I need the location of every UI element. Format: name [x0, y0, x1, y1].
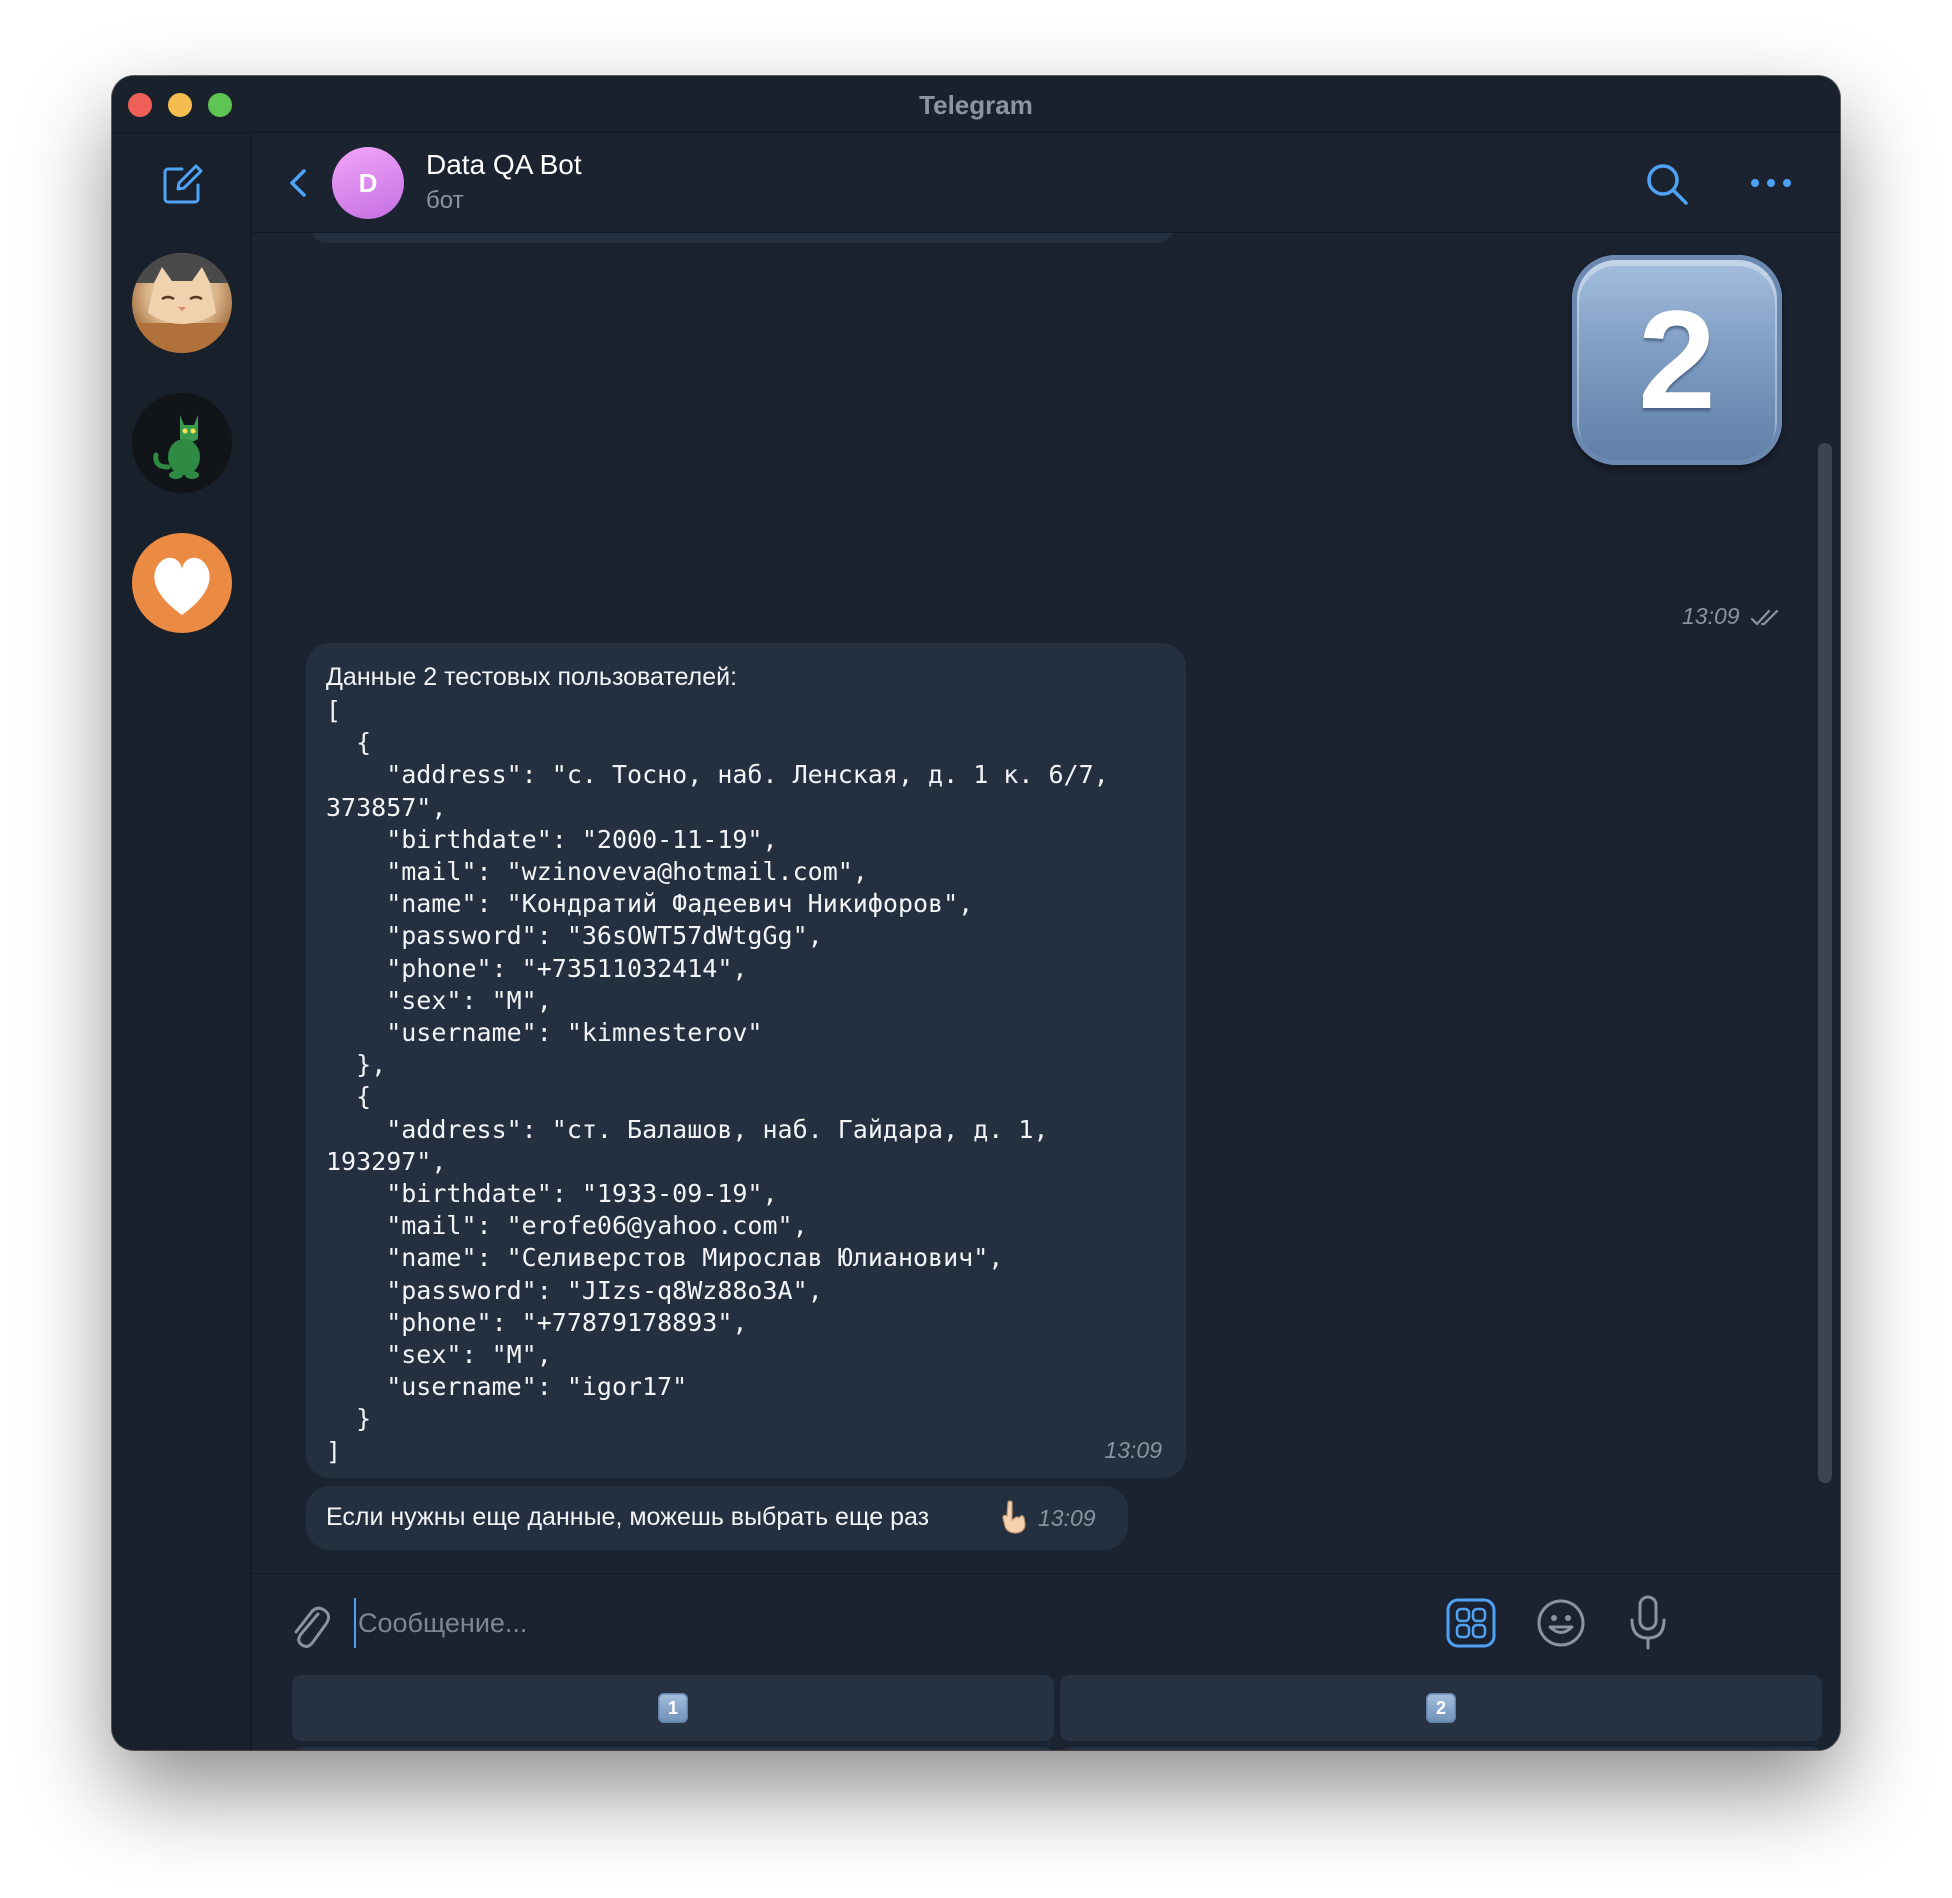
- keycap-2-icon: 2: [1426, 1693, 1456, 1723]
- data-message-time: 13:09: [1104, 1437, 1162, 1463]
- more-options-icon[interactable]: [1748, 169, 1794, 197]
- bot-avatar[interactable]: D: [332, 147, 404, 219]
- message-list[interactable]: 2 13:09 Данные 2 тестовых пользователей:…: [252, 233, 1840, 1573]
- heart-icon: [154, 557, 210, 615]
- sent-keycap-emoji: 2: [1572, 255, 1782, 465]
- keycap-1-icon: 1: [658, 1693, 688, 1723]
- more-data-message-bubble[interactable]: Если нужны еще данные, можешь выбрать ещ…: [306, 1486, 1128, 1550]
- chat-avatar-cat-photo[interactable]: [132, 253, 232, 353]
- data-message-bubble[interactable]: Данные 2 тестовых пользователей: [ { "ad…: [306, 643, 1186, 1478]
- chat-list-sidebar: [112, 133, 252, 1750]
- reply-button-2[interactable]: 2: [1060, 1675, 1822, 1741]
- microphone-icon[interactable]: [1626, 1594, 1670, 1652]
- message-scrollbar[interactable]: [1818, 443, 1832, 1483]
- reply-button-5[interactable]: 5: [292, 1747, 1054, 1750]
- window-title: Telegram: [919, 90, 1033, 120]
- cat-face-icon: [132, 253, 232, 353]
- search-icon[interactable]: [1644, 161, 1690, 207]
- back-chevron-icon[interactable]: [282, 163, 318, 203]
- chat-avatar-green-cat[interactable]: [132, 393, 232, 493]
- more-data-message-time: 13:09: [1038, 1505, 1096, 1531]
- chat-title[interactable]: Data QA Bot: [426, 149, 582, 181]
- double-check-icon: [1750, 609, 1779, 626]
- pointing-down-hand-icon: [1002, 1500, 1026, 1534]
- data-message-json: [ { "address": "с. Тосно, наб. Ленская, …: [326, 696, 1109, 1466]
- paperclip-icon[interactable]: [288, 1600, 332, 1652]
- chat-header: D Data QA Bot бот: [252, 133, 1840, 233]
- sent-message-meta: 13:09: [1682, 603, 1782, 630]
- message-composer: [252, 1573, 1840, 1673]
- reply-keyboard: 1 2 5 10: [252, 1673, 1840, 1750]
- bot-keyboard-icon[interactable]: [1446, 1598, 1496, 1648]
- compose-icon[interactable]: [162, 163, 204, 205]
- data-message-intro: Данные 2 тестовых пользователей:: [326, 663, 738, 691]
- green-cat-icon: [153, 415, 200, 479]
- sent-message-time: 13:09: [1682, 603, 1740, 629]
- message-input[interactable]: [354, 1598, 1354, 1648]
- title-bar: Telegram: [112, 76, 1840, 133]
- previous-message-bubble: [308, 233, 1176, 243]
- reply-button-10[interactable]: 10: [1060, 1747, 1822, 1750]
- chat-avatar-heart[interactable]: [132, 533, 232, 633]
- chat-status: бот: [426, 187, 464, 214]
- emoji-smile-icon[interactable]: [1536, 1598, 1586, 1648]
- more-data-message-text: Если нужны еще данные, можешь выбрать ещ…: [326, 1503, 930, 1531]
- reply-button-1[interactable]: 1: [292, 1675, 1054, 1741]
- telegram-window: Telegram D Data QA Bot бот 2 13:09 Данны…: [112, 76, 1840, 1750]
